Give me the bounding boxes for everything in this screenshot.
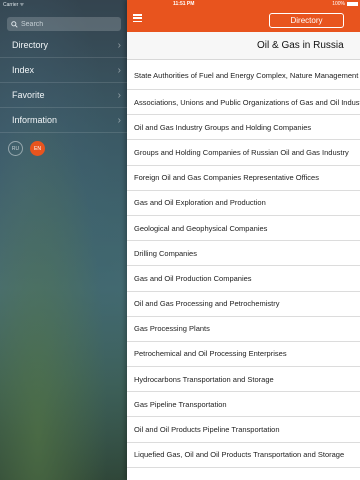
list-item[interactable]: Drilling Companies [127,241,360,267]
chevron-right-icon: › [117,89,121,101]
search-input[interactable] [21,20,116,28]
sidebar-item-label: Favorite [12,90,45,100]
list-item[interactable]: Gas and Oil Exploration and Production [127,191,360,216]
list-item[interactable]: Geological and Geophysical Companies [127,216,360,242]
menu-icon[interactable] [133,14,142,22]
sidebar-item-label: Directory [12,40,49,50]
sidebar-item-directory[interactable]: Directory › [0,33,127,58]
status-battery: 100% [332,1,358,7]
directory-button[interactable]: Directory [269,13,344,28]
search-box[interactable] [7,17,121,31]
list-item[interactable]: Petrochemical and Oil Processing Enterpr… [127,342,360,368]
list-item[interactable]: Gas Processing Plants [127,317,360,342]
status-time: 11:51 PM [173,1,195,7]
list-item[interactable]: Liquefied Gas, Oil and Oil Products Tran… [127,443,360,468]
category-list: State Authorities of Fuel and Energy Com… [127,60,360,468]
chevron-right-icon: › [117,39,121,51]
list-item[interactable]: Foreign Oil and Gas Companies Representa… [127,166,360,191]
sidebar-item-index[interactable]: Index › [0,58,127,83]
page-title: Oil & Gas in Russia [127,32,360,60]
list-item[interactable]: Hydrocarbons Transportation and Storage [127,367,360,393]
list-item[interactable]: Gas and Oil Production Companies [127,266,360,292]
status-carrier: Carrier ᯤ [3,2,25,8]
list-item[interactable]: Groups and Holding Companies of Russian … [127,140,360,166]
sidebar-menu: Directory › Index › Favorite › Informati… [0,33,127,133]
list-item[interactable]: Gas Pipeline Transportation [127,392,360,418]
list-item[interactable]: Oil and Oil Products Pipeline Transporta… [127,417,360,443]
sidebar: Carrier ᯤ Directory › Index › Favorite ›… [0,0,127,480]
sidebar-item-information[interactable]: Information › [0,108,127,133]
main-panel: 11:51 PM 100% Directory Oil & Gas in Rus… [127,0,360,480]
list-item[interactable]: Associations, Unions and Public Organiza… [127,90,360,116]
list-item[interactable]: State Authorities of Fuel and Energy Com… [127,60,360,90]
top-bar: 11:51 PM 100% Directory [127,0,360,32]
list-item[interactable]: Oil and Gas Processing and Petrochemistr… [127,292,360,317]
chevron-right-icon: › [117,64,121,76]
language-switcher: RU EN [8,141,45,156]
battery-icon [347,2,358,6]
list-item[interactable]: Oil and Gas Industry Groups and Holding … [127,115,360,141]
sidebar-item-label: Index [12,65,35,75]
battery-percent: 100% [332,1,345,7]
language-ru-button[interactable]: RU [8,141,23,156]
language-en-button[interactable]: EN [30,141,45,156]
sidebar-item-favorite[interactable]: Favorite › [0,83,127,108]
sidebar-item-label: Information [12,115,58,125]
chevron-right-icon: › [117,114,121,126]
search-icon [10,20,19,29]
